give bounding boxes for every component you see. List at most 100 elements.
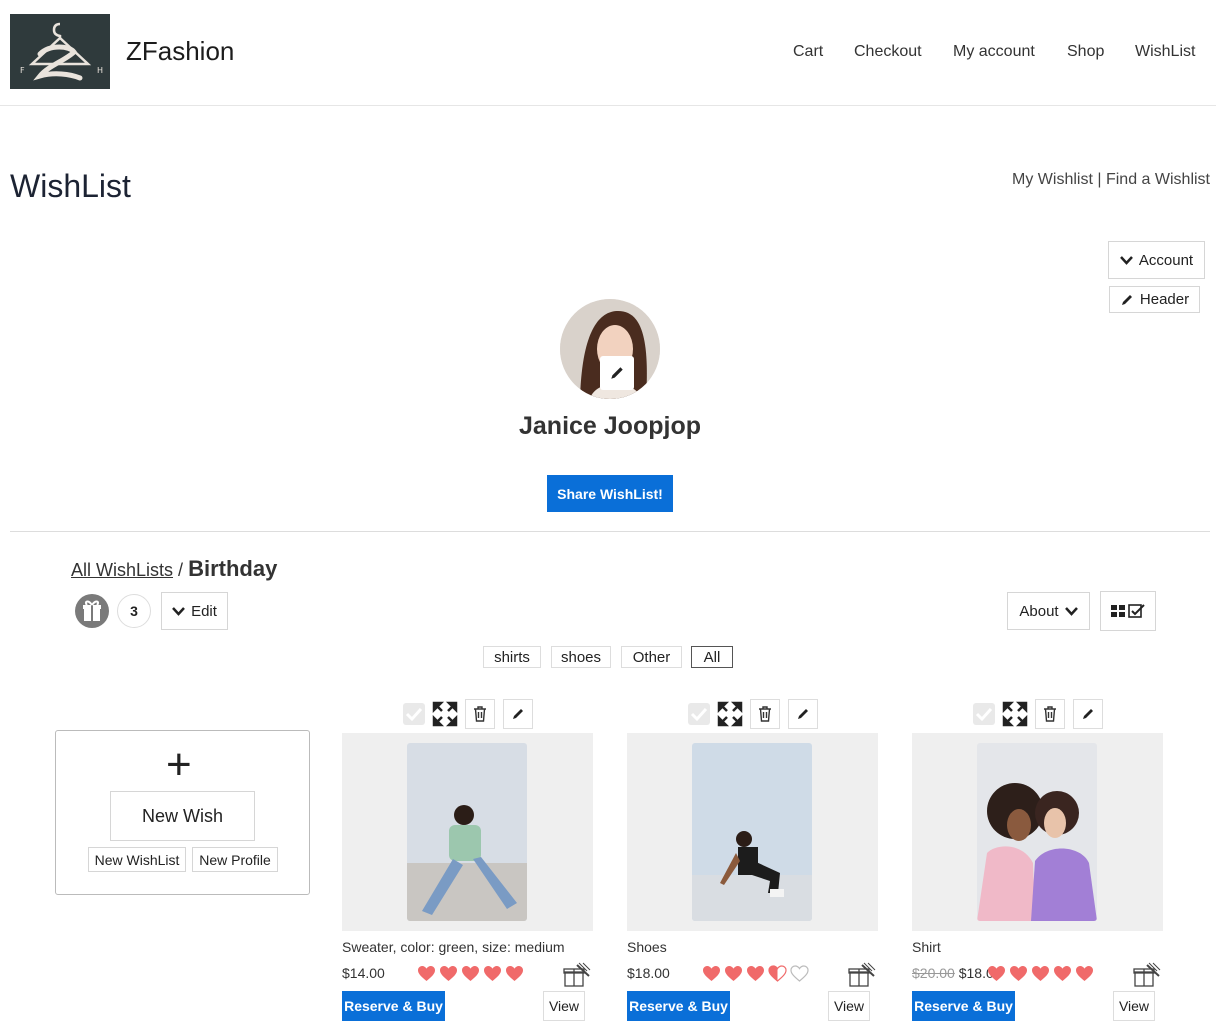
current-wishlist-title: Birthday xyxy=(188,556,278,581)
heart-icon xyxy=(703,966,720,981)
reserve-buy-button[interactable]: Reserve & Buy xyxy=(342,991,445,1021)
heart-icon xyxy=(790,965,809,982)
gift-reserve-icon[interactable] xyxy=(847,960,877,990)
all-wishlists-link[interactable]: All WishLists xyxy=(71,560,173,580)
trash-icon xyxy=(474,706,486,722)
view-button[interactable]: View xyxy=(543,991,585,1021)
chevron-down-icon xyxy=(1064,607,1078,616)
heart-icon xyxy=(1032,966,1049,981)
wishlist-links: My Wishlist | Find a Wishlist xyxy=(1012,171,1210,189)
nav-my-account[interactable]: My account xyxy=(953,43,1035,61)
nav-wishlist[interactable]: WishList xyxy=(1135,43,1195,61)
heart-icon xyxy=(418,966,435,981)
item-image[interactable] xyxy=(627,733,878,931)
item-rating xyxy=(987,965,1094,982)
item-price: $14.00 xyxy=(342,965,385,981)
profile-name: Janice Joopjop xyxy=(519,412,701,440)
item-photo xyxy=(977,743,1097,921)
new-profile-button[interactable]: New Profile xyxy=(192,847,278,872)
divider xyxy=(10,531,1210,532)
select-checkbox[interactable] xyxy=(399,699,429,729)
nav-checkout[interactable]: Checkout xyxy=(854,43,922,61)
item-name[interactable]: Sweater, color: green, size: medium xyxy=(342,939,565,955)
site-logo[interactable]: F H xyxy=(10,14,110,89)
heart-icon xyxy=(988,966,1005,981)
tag-shirts[interactable]: shirts xyxy=(483,646,541,668)
page-title: WishList xyxy=(10,168,131,204)
delete-button[interactable] xyxy=(1035,699,1065,729)
grid-select-button[interactable] xyxy=(1100,591,1156,631)
delete-button[interactable] xyxy=(465,699,495,729)
heart-icon xyxy=(462,966,479,981)
expand-icon[interactable] xyxy=(430,699,460,729)
heart-icon xyxy=(484,966,501,981)
item-name[interactable]: Shirt xyxy=(912,939,941,955)
heart-icon xyxy=(1076,966,1093,981)
select-checkbox[interactable] xyxy=(684,699,714,729)
wish-count-badge: 3 xyxy=(117,594,151,628)
item-name[interactable]: Shoes xyxy=(627,939,667,955)
about-button[interactable]: About xyxy=(1007,592,1090,630)
new-wish-button[interactable]: New Wish xyxy=(110,791,255,841)
heart-icon xyxy=(725,966,742,981)
trash-icon xyxy=(1044,706,1056,722)
breadcrumb-separator: / xyxy=(178,560,184,580)
trash-icon xyxy=(759,706,771,722)
item-current-price: $18.00 xyxy=(627,965,670,981)
tag-other[interactable]: Other xyxy=(621,646,682,668)
logo-letter-f: F xyxy=(20,66,25,75)
delete-button[interactable] xyxy=(750,699,780,729)
edit-button[interactable]: Edit xyxy=(161,592,228,630)
chevron-down-icon xyxy=(172,607,185,616)
heart-icon xyxy=(440,966,457,981)
heart-icon xyxy=(506,966,523,981)
item-image[interactable] xyxy=(342,733,593,931)
item-photo xyxy=(407,743,527,921)
avatar-edit-button[interactable] xyxy=(600,356,634,390)
edit-item-button[interactable] xyxy=(503,699,533,729)
tag-all[interactable]: All xyxy=(691,646,733,668)
new-wishlist-button[interactable]: New WishList xyxy=(88,847,186,872)
plus-icon[interactable]: + xyxy=(166,743,192,787)
item-price: $18.00 xyxy=(627,965,670,981)
heart-icon xyxy=(1054,966,1071,981)
brand-name[interactable]: ZFashion xyxy=(126,36,234,67)
pencil-icon xyxy=(1121,294,1132,305)
nav-cart[interactable]: Cart xyxy=(793,43,823,61)
account-button[interactable]: Account xyxy=(1108,241,1205,279)
edit-label: Edit xyxy=(191,602,217,620)
item-rating xyxy=(702,965,809,982)
heart-icon xyxy=(1010,966,1027,981)
grid-check-icon xyxy=(1111,604,1145,618)
reserve-buy-button[interactable]: Reserve & Buy xyxy=(627,991,730,1021)
my-wishlist-link[interactable]: My Wishlist xyxy=(1012,171,1093,188)
gift-icon[interactable] xyxy=(75,594,109,628)
edit-item-button[interactable] xyxy=(788,699,818,729)
gift-reserve-icon[interactable] xyxy=(562,960,592,990)
edit-item-button[interactable] xyxy=(1073,699,1103,729)
item-current-price: $14.00 xyxy=(342,965,385,981)
share-wishlist-button[interactable]: Share WishList! xyxy=(547,475,673,512)
about-label: About xyxy=(1019,602,1059,620)
expand-icon[interactable] xyxy=(715,699,745,729)
breadcrumb: All WishLists / Birthday xyxy=(71,556,277,582)
pencil-icon xyxy=(1083,709,1093,719)
item-rating xyxy=(417,965,524,982)
view-button[interactable]: View xyxy=(828,991,870,1021)
heart-icon xyxy=(747,966,764,981)
header-button[interactable]: Header xyxy=(1109,286,1200,313)
select-checkbox[interactable] xyxy=(969,699,999,729)
heart-icon xyxy=(768,965,787,982)
nav-shop[interactable]: Shop xyxy=(1067,43,1104,61)
expand-icon[interactable] xyxy=(1000,699,1030,729)
item-image[interactable] xyxy=(912,733,1163,931)
reserve-buy-button[interactable]: Reserve & Buy xyxy=(912,991,1015,1021)
find-wishlist-link[interactable]: Find a Wishlist xyxy=(1106,171,1210,188)
gift-reserve-icon[interactable] xyxy=(1132,960,1162,990)
tag-shoes[interactable]: shoes xyxy=(551,646,611,668)
item-old-price: $20.00 xyxy=(912,965,955,981)
new-wish-card: + New Wish New WishList New Profile xyxy=(55,730,310,895)
view-button[interactable]: View xyxy=(1113,991,1155,1021)
item-photo xyxy=(692,743,812,921)
account-label: Account xyxy=(1138,251,1194,269)
